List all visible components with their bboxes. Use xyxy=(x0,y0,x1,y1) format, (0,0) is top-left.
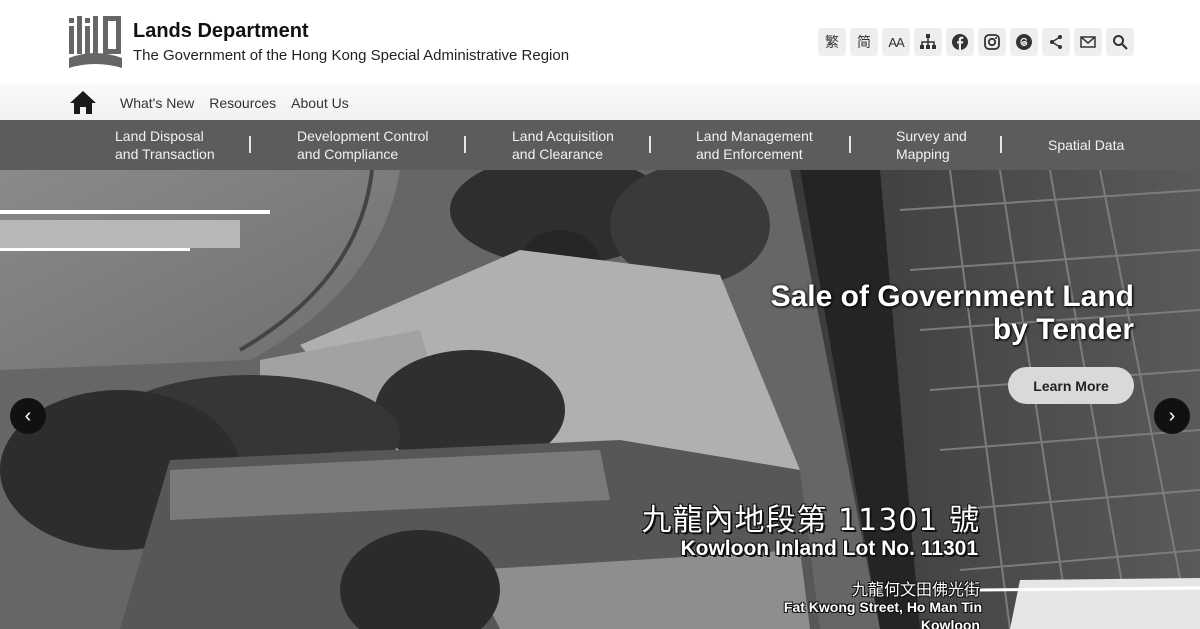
facebook-button[interactable] xyxy=(946,28,974,56)
menu-land-acquisition-line1: Land Acquisition xyxy=(512,128,614,144)
simplified-chinese-button[interactable]: 简 xyxy=(850,28,878,56)
menu-divider xyxy=(464,136,466,153)
menu-land-acquisition-line2: and Clearance xyxy=(512,146,604,162)
nav-link-resources[interactable]: Resources xyxy=(209,95,276,111)
search-button[interactable] xyxy=(1106,28,1134,56)
home-icon[interactable] xyxy=(69,89,97,115)
carousel-next-button[interactable]: › xyxy=(1154,398,1190,434)
menu-land-disposal-line1: Land Disposal xyxy=(115,128,204,144)
instagram-button[interactable] xyxy=(978,28,1006,56)
menu-land-disposal-line2: and Transaction xyxy=(115,146,215,162)
main-nav: Land Disposal and Transaction Developmen… xyxy=(0,120,1200,170)
nav-link-about-us[interactable]: About Us xyxy=(291,95,349,111)
lot-number-english: Kowloon Inland Lot No. 11301 xyxy=(680,537,978,560)
hero-title-line1: Sale of Government Land xyxy=(770,280,1134,313)
facebook-icon xyxy=(952,34,968,50)
menu-land-acquisition[interactable]: Land Acquisition and Clearance xyxy=(512,127,614,163)
search-icon xyxy=(1113,35,1128,50)
hero-title-line2: by Tender xyxy=(992,313,1134,346)
chevron-right-icon: › xyxy=(1168,404,1176,427)
chevron-left-icon: ‹ xyxy=(24,404,32,427)
threads-button[interactable] xyxy=(1010,28,1038,56)
menu-survey-mapping[interactable]: Survey and Mapping xyxy=(896,127,967,163)
secondary-nav: What's New Resources About Us xyxy=(0,84,1200,120)
district-english: Kowloon xyxy=(920,617,980,629)
street-chinese: 九龍何文田佛光街 xyxy=(851,580,980,599)
menu-land-management[interactable]: Land Management and Enforcement xyxy=(696,127,813,163)
menu-development-control-line2: and Compliance xyxy=(297,146,399,162)
hero-carousel: Sale of Government Land by Tender Learn … xyxy=(0,170,1200,629)
share-button[interactable] xyxy=(1042,28,1070,56)
email-button[interactable] xyxy=(1074,28,1102,56)
menu-spatial-data[interactable]: Spatial Data xyxy=(1048,136,1124,154)
site-title: Lands Department xyxy=(133,20,309,42)
carousel-prev-button[interactable]: ‹ xyxy=(10,398,46,434)
menu-survey-mapping-line2: Mapping xyxy=(896,146,950,162)
threads-icon xyxy=(1016,34,1032,50)
mail-icon xyxy=(1080,36,1096,48)
menu-land-management-line2: and Enforcement xyxy=(696,146,803,162)
nav-link-whats-new[interactable]: What's New xyxy=(120,95,194,111)
utility-toolbar: 繁 简 AA xyxy=(818,28,1134,56)
learn-more-button[interactable]: Learn More xyxy=(1008,367,1134,404)
menu-divider xyxy=(1000,136,1002,153)
menu-development-control-line1: Development Control xyxy=(297,128,429,144)
lot-number-chinese: 九龍內地段第 11301 號 xyxy=(641,503,980,538)
menu-land-disposal[interactable]: Land Disposal and Transaction xyxy=(115,127,215,163)
site-header: Lands Department The Government of the H… xyxy=(0,0,1200,84)
traditional-chinese-button[interactable]: 繁 xyxy=(818,28,846,56)
street-english: Fat Kwong Street, Ho Man Tin xyxy=(783,599,982,615)
menu-development-control[interactable]: Development Control and Compliance xyxy=(297,127,429,163)
font-size-label: AA xyxy=(888,34,904,50)
sitemap-button[interactable] xyxy=(914,28,942,56)
menu-survey-mapping-line1: Survey and xyxy=(896,128,967,144)
menu-divider xyxy=(249,136,251,153)
share-icon xyxy=(1050,35,1062,49)
menu-divider xyxy=(849,136,851,153)
site-subtitle: The Government of the Hong Kong Special … xyxy=(133,47,570,64)
sitemap-icon xyxy=(920,34,936,49)
lands-department-logo[interactable] xyxy=(67,14,124,70)
menu-land-management-line1: Land Management xyxy=(696,128,813,144)
instagram-icon xyxy=(984,34,1000,50)
font-size-button[interactable]: AA xyxy=(882,28,910,56)
menu-spatial-data-line1: Spatial Data xyxy=(1048,137,1125,153)
menu-divider xyxy=(649,136,651,153)
hero-title: Sale of Government Land by Tender xyxy=(771,280,1134,346)
